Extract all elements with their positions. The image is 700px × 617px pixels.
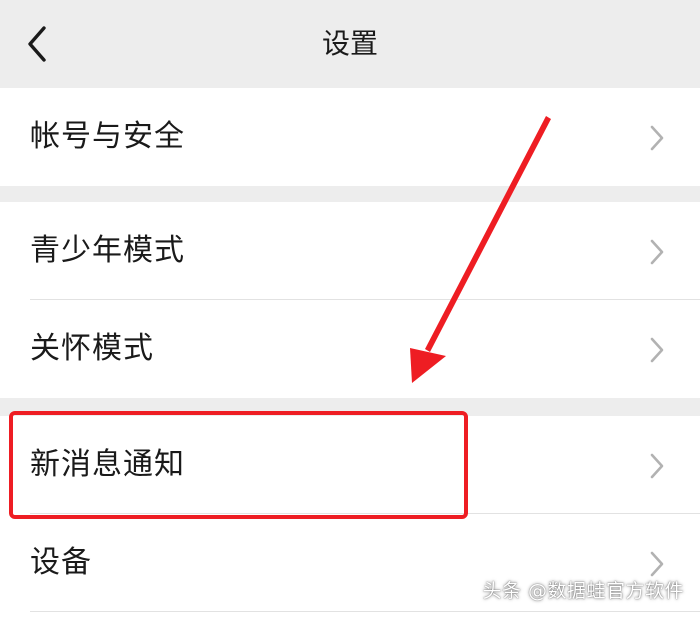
settings-group-account: 帐号与安全 [0, 88, 700, 186]
page-title: 设置 [321, 27, 378, 60]
settings-item-care-mode[interactable]: 关怀模式 [0, 300, 700, 398]
chevron-right-icon [650, 551, 664, 577]
settings-item-label: 关怀模式 [30, 331, 154, 366]
settings-item-label: 青少年模式 [30, 233, 185, 268]
divider [30, 611, 700, 612]
settings-item-teen-mode[interactable]: 青少年模式 [0, 202, 700, 300]
highlight-box [9, 411, 468, 519]
chevron-right-icon [650, 337, 664, 363]
watermark: 头条 @数据蛙官方软件 [482, 580, 684, 602]
settings-item-label: 帐号与安全 [30, 119, 185, 154]
navigation-bar: 设置 [0, 0, 700, 88]
settings-item-label: 设备 [30, 545, 92, 580]
settings-screen: 设置 帐号与安全 青少年模式 关怀模式 新消息通知 设备 头条 @数据蛙官方软件 [0, 0, 700, 617]
chevron-right-icon [650, 239, 664, 265]
settings-item-account-security[interactable]: 帐号与安全 [0, 88, 700, 186]
settings-group-modes: 青少年模式 关怀模式 [0, 202, 700, 398]
chevron-right-icon [650, 453, 664, 479]
chevron-right-icon [650, 125, 664, 151]
